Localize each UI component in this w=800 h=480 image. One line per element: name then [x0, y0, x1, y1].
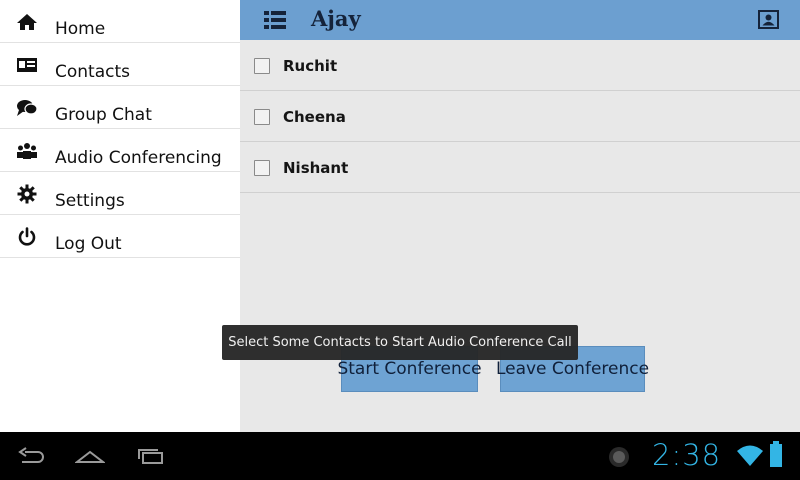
contact-name: Ruchit	[283, 57, 338, 75]
drawer-item-label: Settings	[55, 191, 125, 211]
contact-checkbox[interactable]	[254, 58, 270, 74]
drawer-item-label: Log Out	[55, 234, 122, 254]
main-panel: Ajay Ruchit Cheena Nishant Start Confere…	[240, 0, 800, 432]
contact-checkbox[interactable]	[254, 109, 270, 125]
list-menu-icon[interactable]	[264, 11, 286, 29]
navigation-drawer: Home Contacts Group Chat Audio Conferenc…	[0, 0, 240, 432]
action-bar: Ajay	[240, 0, 800, 40]
wifi-icon	[736, 442, 764, 466]
contact-name: Cheena	[283, 108, 346, 126]
status-clock: 2:38	[652, 438, 722, 472]
contact-row[interactable]: Cheena	[240, 91, 800, 142]
drawer-item-group-chat[interactable]: Group Chat	[0, 86, 240, 129]
group-people-icon	[16, 142, 38, 160]
drawer-item-settings[interactable]: Settings	[0, 172, 240, 215]
gear-icon	[16, 184, 38, 204]
notification-icon[interactable]	[607, 445, 631, 467]
contact-badge-icon[interactable]	[758, 10, 779, 29]
contact-row[interactable]: Ruchit	[240, 40, 800, 91]
page-title: Ajay	[311, 6, 361, 31]
contact-name: Nishant	[283, 159, 349, 177]
contact-row[interactable]: Nishant	[240, 142, 800, 193]
power-icon	[16, 227, 38, 246]
contact-list: Ruchit Cheena Nishant	[240, 40, 800, 193]
battery-icon	[768, 440, 784, 467]
home-icon[interactable]	[74, 446, 106, 468]
drawer-item-audio-conferencing[interactable]: Audio Conferencing	[0, 129, 240, 172]
drawer-item-home[interactable]: Home	[0, 0, 240, 43]
system-bar: 2:38	[0, 432, 800, 480]
drawer-item-label: Audio Conferencing	[55, 148, 222, 168]
drawer-item-log-out[interactable]: Log Out	[0, 215, 240, 258]
drawer-item-contacts[interactable]: Contacts	[0, 43, 240, 86]
drawer-item-label: Home	[55, 19, 106, 39]
toast-message: Select Some Contacts to Start Audio Conf…	[222, 325, 578, 360]
drawer-item-label: Contacts	[55, 62, 130, 82]
drawer-item-label: Group Chat	[55, 105, 152, 125]
recents-icon[interactable]	[136, 446, 166, 468]
home-icon	[16, 13, 38, 31]
contact-checkbox[interactable]	[254, 160, 270, 176]
contact-card-icon	[16, 56, 38, 74]
chat-bubbles-icon	[16, 99, 38, 117]
back-icon[interactable]	[16, 446, 46, 468]
